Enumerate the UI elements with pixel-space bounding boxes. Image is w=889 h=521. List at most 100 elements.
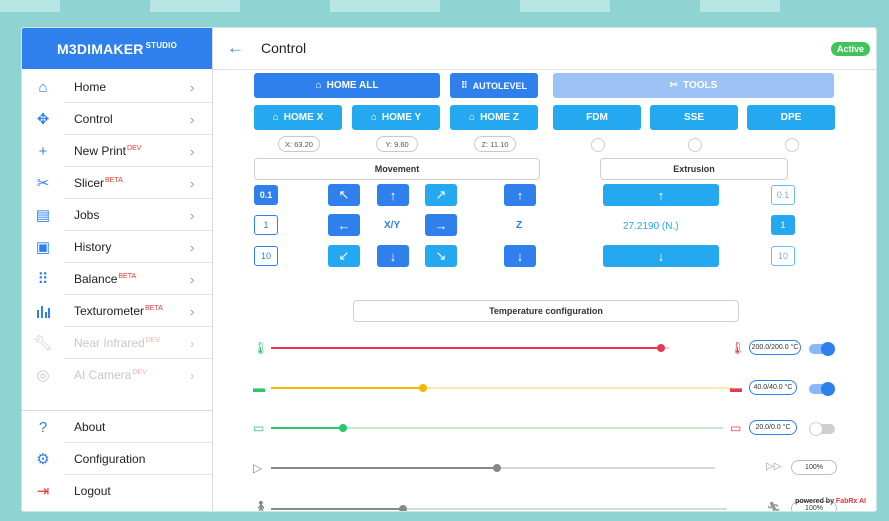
powered-brand[interactable]: FabRx AI	[836, 498, 866, 505]
dpe-radio[interactable]	[785, 138, 799, 152]
y-coordinate: Y: 9.60	[376, 136, 418, 152]
home-x-button[interactable]: ⌂ HOME X	[254, 105, 342, 130]
sidebar-item-label: Control	[74, 112, 113, 126]
move-left-button[interactable]: ←	[328, 214, 360, 236]
home-y-button[interactable]: ⌂ HOME Y	[352, 105, 440, 130]
extrusion-step-10-button[interactable]: 10	[771, 246, 795, 266]
arrow-right-icon: →	[434, 217, 448, 233]
arrow-up-left-icon: ↖	[338, 187, 350, 202]
thermometer-icon: 🌡︎	[730, 341, 746, 355]
move-down-button[interactable]: ↓	[377, 245, 409, 267]
autolevel-button[interactable]: ⠿ AUTOLEVEL	[450, 73, 538, 98]
question-icon: ?	[38, 418, 48, 436]
walking-icon: 🚶︎	[253, 500, 269, 511]
bed-slider-handle[interactable]	[419, 384, 427, 392]
sidebar-item-logout[interactable]: ⇥ Logout	[22, 475, 212, 507]
brand-logo[interactable]: M3DIMAKER STUDIO	[22, 28, 212, 69]
chevron-right-icon: ›	[190, 367, 195, 383]
fast-forward-icon: ▷▷	[766, 461, 782, 472]
dpe-button[interactable]: DPE	[747, 105, 835, 130]
chamber-toggle[interactable]	[809, 422, 835, 436]
move-down-right-button[interactable]: ↘	[425, 245, 457, 267]
arrow-up-icon: ↑	[516, 187, 524, 203]
home-icon: ⌂	[370, 112, 377, 123]
bed-icon: ▬	[730, 381, 742, 395]
nozzle-slider-handle[interactable]	[657, 344, 665, 352]
flow-slider-fill	[271, 508, 403, 510]
step-10-button[interactable]: 10	[254, 246, 278, 266]
sidebar-item-label: TexturometerBETA	[74, 304, 163, 318]
arrow-up-icon: ↑	[389, 187, 397, 203]
sidebar-item-home[interactable]: ⌂ Home ›	[22, 71, 212, 103]
move-up-left-button[interactable]: ↖	[328, 184, 360, 206]
bed-toggle[interactable]	[809, 382, 835, 396]
step-0.1-button[interactable]: 0.1	[254, 185, 278, 205]
move-down-left-button[interactable]: ↙	[328, 245, 360, 267]
powered-by-footer: powered by FabRx AI	[795, 498, 866, 505]
move-up-right-button[interactable]: ↗	[425, 184, 457, 206]
document-icon: ▤	[35, 207, 51, 224]
bed-icon: ▬	[253, 381, 265, 395]
sidebar-item-slicer[interactable]: ✂ SlicerBETA ›	[22, 167, 212, 199]
sidebar-item-label: Jobs	[74, 208, 100, 222]
sidebar-item-control[interactable]: ✥ Control ›	[22, 103, 212, 135]
home-z-button[interactable]: ⌂ HOME Z	[450, 105, 538, 130]
arrow-down-icon: ↓	[389, 248, 397, 264]
fdm-radio[interactable]	[591, 138, 605, 152]
sidebar-item-label: History	[74, 240, 112, 254]
sse-radio[interactable]	[688, 138, 702, 152]
header: ← Control Active	[213, 28, 876, 70]
button-label: AUTOLEVEL	[472, 80, 527, 91]
extrusion-step-1-button[interactable]: 1	[771, 215, 795, 235]
sidebar-item-about[interactable]: ? About	[22, 411, 212, 443]
home-icon: ⌂	[469, 112, 476, 123]
logout-icon: ⇥	[36, 483, 50, 500]
chevron-right-icon: ›	[190, 271, 195, 287]
button-label: HOME Y	[381, 112, 422, 123]
extrude-up-button[interactable]: ↑	[603, 184, 719, 206]
arrow-down-icon: ↓	[657, 248, 665, 264]
flow-slider-handle[interactable]	[399, 505, 407, 511]
z-up-button[interactable]: ↑	[504, 184, 536, 206]
sidebar-item-texturometer[interactable]: TexturometerBETA ›	[22, 295, 212, 327]
thermometer-icon: 🌡︎	[253, 341, 269, 355]
chamber-icon: ▭	[253, 421, 265, 435]
sse-button[interactable]: SSE	[650, 105, 738, 130]
arrow-up-icon: ↑	[657, 187, 665, 203]
gear-icon: ⚙	[36, 451, 50, 468]
step-1-button[interactable]: 1	[254, 215, 278, 235]
nozzle-toggle[interactable]	[809, 342, 835, 356]
sidebar-item-configuration[interactable]: ⚙ Configuration	[22, 443, 212, 475]
button-label: HOME Z	[480, 112, 519, 123]
home-all-button[interactable]: ⌂ HOME ALL	[254, 73, 440, 98]
chamber-slider-handle[interactable]	[339, 424, 347, 432]
z-coordinate: Z: 11.10	[474, 136, 516, 152]
grid-icon: ⠿	[461, 80, 468, 90]
chevron-right-icon: ›	[190, 143, 195, 159]
arrow-left-icon: ←	[337, 217, 351, 233]
sidebar-item-label: BalanceBETA	[74, 272, 137, 286]
fdm-button[interactable]: FDM	[553, 105, 641, 130]
sidebar-item-balance[interactable]: ⠿ BalanceBETA ›	[22, 263, 212, 295]
sidebar-item-new-print[interactable]: + New PrintDEV ›	[22, 135, 212, 167]
back-arrow-icon[interactable]: ←	[227, 38, 244, 58]
sidebar-item-history[interactable]: ▣ History ›	[22, 231, 212, 263]
sidebar-item-label: SlicerBETA	[74, 176, 123, 190]
chevron-right-icon: ›	[190, 207, 195, 223]
speed-slider-handle[interactable]	[493, 464, 501, 472]
sidebar-item-ai-camera: ◎ AI CameraDEV ›	[22, 359, 212, 391]
extrusion-step-0.1-button[interactable]: 0.1	[771, 185, 795, 205]
control-panel: ⌂ HOME ALL ⠿ AUTOLEVEL ✂ TOOLS ⌂ HOME X ⌂ HOM…	[213, 70, 876, 511]
move-icon: ✥	[36, 111, 50, 128]
tools-button[interactable]: ✂ TOOLS	[553, 73, 834, 98]
sidebar: M3DIMAKER STUDIO ⌂ Home › ✥ Control › + …	[22, 28, 213, 511]
move-right-button[interactable]: →	[425, 214, 457, 236]
move-up-button[interactable]: ↑	[377, 184, 409, 206]
chevron-right-icon: ›	[190, 79, 195, 95]
sidebar-item-jobs[interactable]: ▤ Jobs ›	[22, 199, 212, 231]
arrow-down-right-icon: ↘	[435, 248, 447, 263]
chamber-slider-fill	[271, 427, 343, 429]
tools-icon: ✂	[36, 175, 50, 192]
extrude-down-button[interactable]: ↓	[603, 245, 719, 267]
z-down-button[interactable]: ↓	[504, 245, 536, 267]
